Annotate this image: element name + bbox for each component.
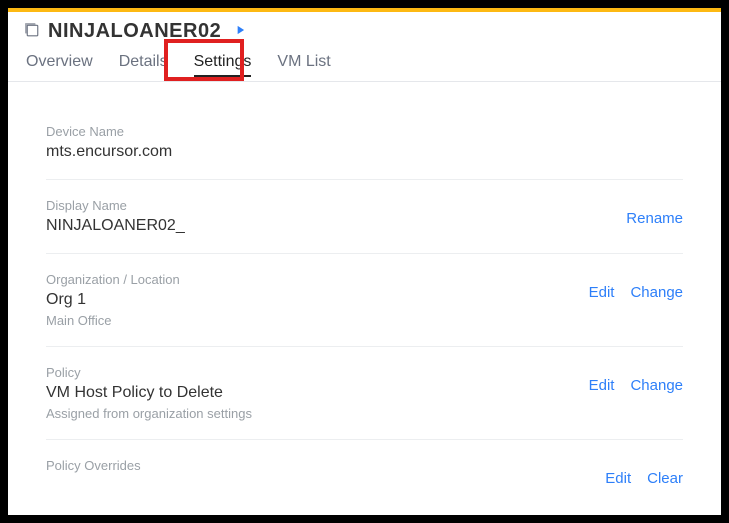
- accent-bar: [8, 8, 721, 12]
- tab-details[interactable]: Details: [115, 47, 172, 81]
- app-frame: NINJALOANER02 Overview Details Settings …: [8, 8, 721, 515]
- row-policy: Policy VM Host Policy to Delete Assigned…: [46, 347, 683, 440]
- org-change-button[interactable]: Change: [630, 284, 683, 301]
- org-location-sub: Main Office: [46, 313, 589, 328]
- overrides-label: Policy Overrides: [46, 458, 605, 473]
- tab-settings[interactable]: Settings: [190, 47, 256, 81]
- display-name-label: Display Name: [46, 198, 626, 213]
- rename-button[interactable]: Rename: [626, 210, 683, 227]
- row-org-location: Organization / Location Org 1 Main Offic…: [46, 254, 683, 347]
- row-display-name: Display Name NINJALOANER02_ Rename: [46, 180, 683, 254]
- page-title: NINJALOANER02: [48, 20, 221, 43]
- policy-label: Policy: [46, 365, 589, 380]
- org-location-label: Organization / Location: [46, 272, 589, 287]
- settings-panel: Device Name mts.encursor.com Display Nam…: [8, 82, 721, 515]
- overrides-clear-button[interactable]: Clear: [647, 470, 683, 487]
- policy-sub: Assigned from organization settings: [46, 406, 589, 421]
- overrides-edit-button[interactable]: Edit: [605, 470, 631, 487]
- device-name-value: mts.encursor.com: [46, 143, 683, 161]
- tabs: Overview Details Settings VM List: [8, 47, 721, 82]
- org-edit-button[interactable]: Edit: [589, 284, 615, 301]
- org-location-value: Org 1: [46, 291, 589, 309]
- row-policy-overrides: Policy Overrides Edit Clear: [46, 440, 683, 505]
- policy-change-button[interactable]: Change: [630, 377, 683, 394]
- row-device-name: Device Name mts.encursor.com: [46, 112, 683, 180]
- policy-edit-button[interactable]: Edit: [589, 377, 615, 394]
- tab-vmlist[interactable]: VM List: [273, 47, 334, 81]
- policy-value: VM Host Policy to Delete: [46, 384, 589, 402]
- device-name-label: Device Name: [46, 124, 683, 139]
- play-icon[interactable]: [233, 23, 247, 40]
- header: NINJALOANER02: [8, 20, 721, 43]
- display-name-value: NINJALOANER02_: [46, 217, 626, 235]
- device-icon: [22, 20, 40, 43]
- tab-overview[interactable]: Overview: [22, 47, 97, 81]
